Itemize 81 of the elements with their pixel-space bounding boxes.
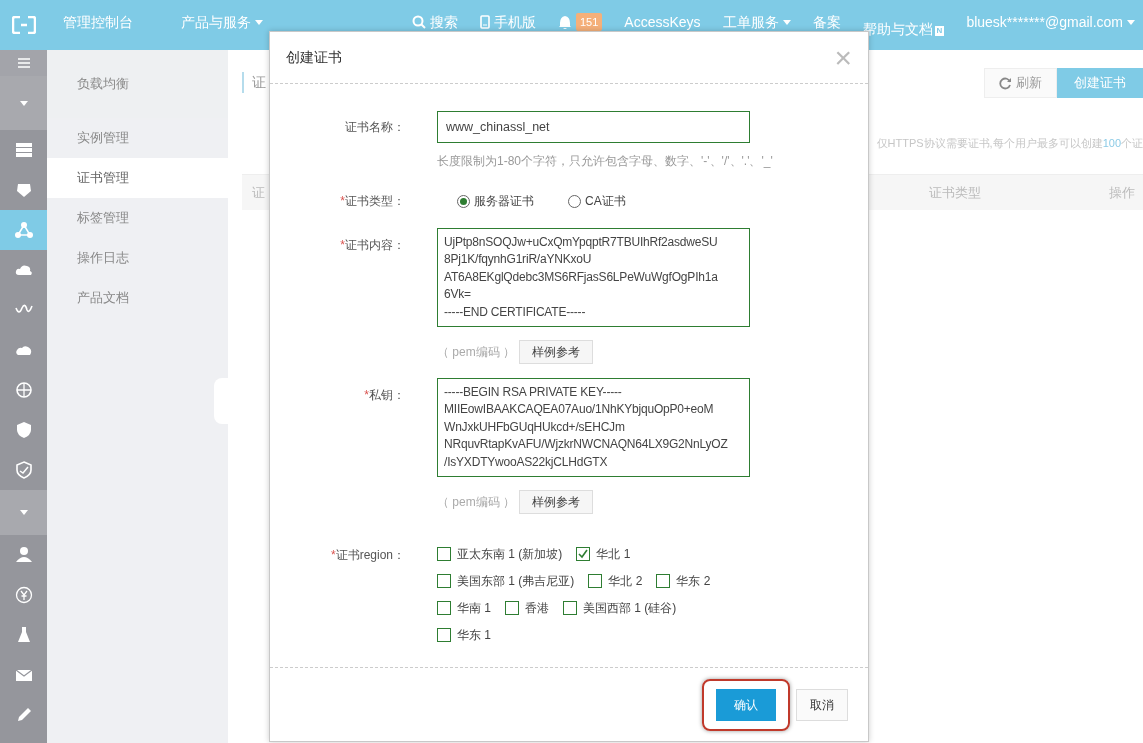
field-label: 证书内容： (345, 238, 405, 252)
checkbox-label: 亚太东南 1 (新加坡) (457, 545, 563, 563)
notification-count: 151 (576, 13, 603, 31)
required-mark: * (364, 388, 369, 402)
close-button[interactable]: × (834, 42, 852, 73)
confirm-button[interactable]: 确认 (716, 688, 776, 721)
checkbox[interactable] (437, 627, 451, 642)
beian-link[interactable]: 备案 (812, 14, 841, 30)
create-certificate-button[interactable]: 创建证书 (1057, 68, 1143, 98)
yuan-icon (13, 585, 34, 605)
refresh-icon (999, 76, 1012, 90)
bell-icon[interactable] (558, 14, 572, 30)
encoding-note: （ pem编码 ） (437, 344, 515, 361)
caret-icon[interactable] (19, 100, 28, 106)
logo-icon (11, 16, 36, 34)
private-key-textarea[interactable]: -----BEGIN RSA PRIVATE KEY----- MIIEowIBAAKCAQEA07Auo/1NhKYbjquOpP0+eoM WnJxkUHFbGUqHUkcd+/sEHCJm NRquvRtapKvAFU/WjzkrNWCNAQN64LX9G2NnLyOZ /IsYXDTYwooAS22kjCLHdGTX (437, 378, 750, 477)
phone-icon (480, 15, 490, 29)
tickets-menu[interactable]: 工单服务 (722, 14, 791, 30)
hint-text: 长度限制为1-80个字符，只允许包含字母、数字、'-'、'/'、'.'、'_' (437, 153, 773, 170)
sidebar-item[interactable]: 操作日志 (47, 238, 228, 278)
checkbox-label: 香港 (525, 599, 549, 617)
menu-icon[interactable] (17, 58, 30, 68)
checkbox-label: 美国东部 1 (弗吉尼亚) (457, 572, 575, 590)
required-mark: * (330, 548, 336, 562)
sidebar-item[interactable]: 实例管理 (47, 118, 228, 158)
products-menu[interactable]: 产品与服务 (181, 14, 263, 30)
globe-icon (13, 380, 34, 400)
checkbox[interactable] (437, 546, 451, 561)
checkbox[interactable] (656, 573, 671, 588)
checkbox-label: 华北 2 (608, 572, 643, 590)
cancel-button[interactable]: 取消 (796, 688, 848, 721)
checkbox-label: 华东 2 (676, 572, 711, 590)
checkbox-label: 华南 1 (457, 599, 491, 617)
caret-icon[interactable] (19, 510, 28, 515)
field-label: 证书类型： (345, 194, 405, 208)
radio-button[interactable] (457, 194, 470, 208)
caret-icon (255, 19, 263, 25)
user-icon (13, 545, 34, 565)
checkbox[interactable] (563, 600, 577, 615)
account-menu[interactable]: bluesk*******@gmail.com (966, 14, 1135, 30)
certificate-textarea[interactable]: UjPtp8nSOQJw+uCxQmYpqptR7TBUIhRf2asdweSU 8Pj1K/fqynhG1riR/aYNKxoU AT6A8EKglQdebc3MS6RFjasS6LPeWuWgfOgPIh1a 6Vk= -----END CERTIFICATE----- (437, 228, 750, 327)
checkbox-label: 华东 1 (457, 626, 491, 644)
checkbox[interactable] (576, 546, 591, 561)
accesskeys-link[interactable]: AccessKeys (624, 14, 701, 30)
checkbox[interactable] (437, 600, 451, 615)
required-mark: * (340, 194, 345, 208)
page-title: 证 (242, 72, 266, 93)
column-header: 证书类型 (929, 183, 981, 202)
refresh-button[interactable]: 刷新 (984, 68, 1057, 98)
required-mark: * (340, 238, 345, 252)
console-link[interactable]: 管理控制台 (63, 14, 133, 30)
radio-button[interactable] (568, 194, 581, 208)
server-icon (13, 140, 34, 160)
sidebar-item[interactable]: 证书管理 (47, 158, 228, 198)
sidebar-item[interactable]: 标签管理 (47, 198, 228, 238)
search-icon (412, 15, 426, 29)
encoding-note: （ pem编码 ） (437, 494, 515, 511)
checkbox-label: 华北 1 (596, 545, 631, 563)
dialog-title: 创建证书 (286, 48, 342, 67)
search-link[interactable]: 搜索 (412, 14, 458, 30)
radio-label: CA证书 (585, 193, 626, 210)
field-label: 私钥： (369, 388, 405, 402)
caret-icon (782, 19, 791, 25)
new-badge: N (934, 26, 945, 36)
sample-button[interactable]: 样例参考 (519, 340, 593, 364)
radio-label: 服务器证书 (474, 193, 534, 210)
sidebar-item[interactable]: 产品文档 (47, 278, 228, 318)
cluster-icon (13, 220, 34, 240)
checkbox[interactable] (505, 600, 519, 615)
name-input[interactable]: www_chinassl_net (437, 111, 750, 143)
rail-item[interactable] (0, 210, 47, 250)
checkbox[interactable] (588, 573, 603, 588)
column-header: 证 (252, 183, 265, 202)
field-label: 证书region： (335, 548, 405, 562)
checkbox[interactable] (437, 573, 451, 588)
mobile-link[interactable]: 手机版 (480, 14, 536, 30)
caret-icon (1127, 19, 1135, 25)
field-label: 证书名称： (345, 120, 405, 134)
sample-button[interactable]: 样例参考 (519, 490, 593, 514)
shield-icon (13, 460, 34, 480)
checkbox-label: 美国西部 1 (硅谷) (583, 599, 677, 617)
